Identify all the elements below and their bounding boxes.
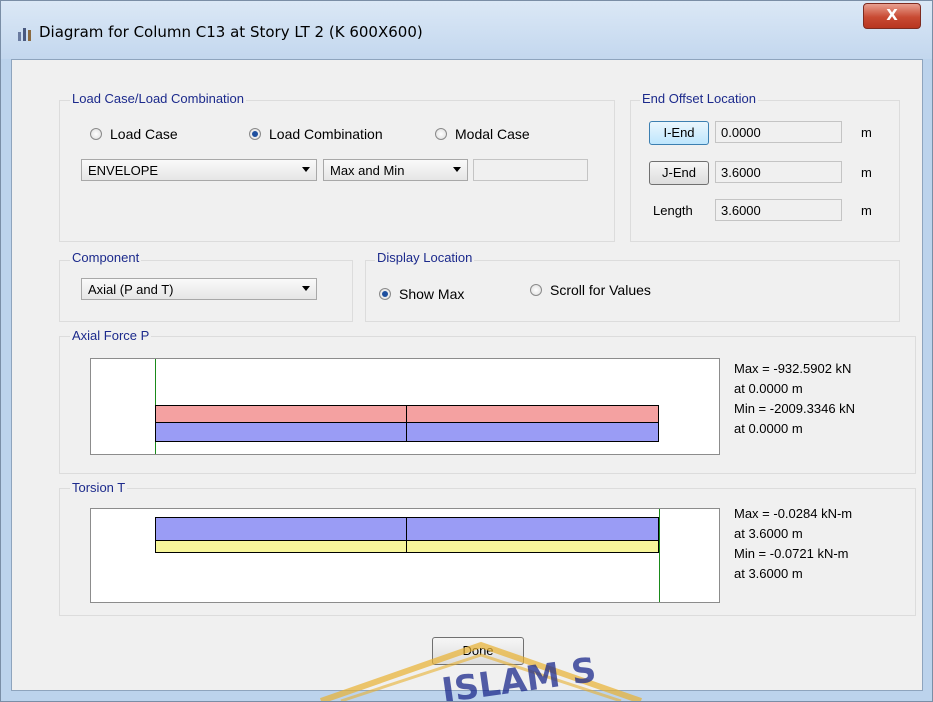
axial-min-bar: [155, 422, 659, 442]
component-select-value: Axial (P and T): [88, 282, 174, 297]
dialog-window: Diagram for Column C13 at Story LT 2 (K …: [0, 0, 933, 702]
radio-load-combination[interactable]: Load Combination: [249, 126, 383, 142]
axial-max-text: Max = -932.5902 kN: [734, 361, 852, 376]
window-title: Diagram for Column C13 at Story LT 2 (K …: [39, 23, 423, 41]
done-button[interactable]: Done: [432, 637, 524, 665]
j-end-unit: m: [861, 165, 872, 180]
mode-number-field[interactable]: [473, 159, 588, 181]
display-location-group-label: Display Location: [375, 250, 475, 265]
length-field: 3.6000: [715, 199, 842, 221]
torsion-min-text: Min = -0.0721 kN-m: [734, 546, 849, 561]
axial-midline: [406, 405, 407, 442]
combination-select-value: ENVELOPE: [88, 163, 159, 178]
axial-min-location: at 0.0000 m: [734, 421, 803, 436]
radio-show-max[interactable]: Show Max: [379, 286, 464, 302]
length-value: 3.6000: [721, 203, 761, 218]
combination-select[interactable]: ENVELOPE: [81, 159, 317, 181]
chevron-down-icon: [453, 167, 461, 172]
close-button[interactable]: X: [863, 3, 921, 29]
radio-load-combination-label: Load Combination: [269, 126, 383, 142]
axial-min-text: Min = -2009.3346 kN: [734, 401, 856, 416]
max-min-select[interactable]: Max and Min: [323, 159, 468, 181]
torsion-max-location: at 3.6000 m: [734, 526, 803, 541]
torsion-diagram: [90, 508, 720, 603]
app-icon: [18, 28, 31, 41]
torsion-min-bar: [155, 517, 659, 541]
radio-load-combination-indicator: [249, 128, 261, 140]
chevron-down-icon: [302, 167, 310, 172]
radio-scroll-for-values-label: Scroll for Values: [550, 282, 651, 298]
axial-max-bar: [155, 405, 659, 423]
component-select[interactable]: Axial (P and T): [81, 278, 317, 300]
length-unit: m: [861, 203, 872, 218]
component-group-label: Component: [70, 250, 142, 265]
radio-show-max-indicator: [379, 288, 391, 300]
j-end-field: 3.6000: [715, 161, 842, 183]
axial-force-diagram: [90, 358, 720, 455]
radio-modal-case[interactable]: Modal Case: [435, 126, 530, 142]
torsion-midline: [406, 517, 407, 553]
axial-force-group-label: Axial Force P: [70, 328, 152, 343]
load-case-group-label: Load Case/Load Combination: [70, 91, 247, 106]
axial-max-location: at 0.0000 m: [734, 381, 803, 396]
i-end-button[interactable]: I-End: [649, 121, 709, 145]
torsion-max-text: Max = -0.0284 kN-m: [734, 506, 853, 521]
radio-modal-case-label: Modal Case: [455, 126, 530, 142]
column-end-axis-line: [659, 509, 660, 602]
title-bar[interactable]: Diagram for Column C13 at Story LT 2 (K …: [1, 1, 932, 59]
torsion-min-location: at 3.6000 m: [734, 566, 803, 581]
radio-load-case-indicator: [90, 128, 102, 140]
radio-modal-case-indicator: [435, 128, 447, 140]
radio-show-max-label: Show Max: [399, 286, 465, 302]
radio-scroll-for-values[interactable]: Scroll for Values: [530, 282, 651, 298]
end-offset-group-label: End Offset Location: [640, 91, 758, 106]
i-end-unit: m: [861, 125, 872, 140]
radio-load-case-label: Load Case: [110, 126, 178, 142]
radio-scroll-for-values-indicator: [530, 284, 542, 296]
i-end-field: 0.0000: [715, 121, 842, 143]
dialog-client: Load Case/Load Combination Load Case Loa…: [11, 59, 923, 691]
j-end-button[interactable]: J-End: [649, 161, 709, 185]
radio-load-case[interactable]: Load Case: [90, 126, 178, 142]
chevron-down-icon: [302, 286, 310, 291]
j-end-value: 3.6000: [721, 165, 761, 180]
close-icon: X: [886, 6, 898, 24]
torsion-max-bar: [155, 540, 659, 553]
max-min-select-value: Max and Min: [330, 163, 405, 178]
torsion-group-label: Torsion T: [70, 480, 128, 495]
i-end-value: 0.0000: [721, 125, 761, 140]
length-label: Length: [653, 203, 693, 218]
